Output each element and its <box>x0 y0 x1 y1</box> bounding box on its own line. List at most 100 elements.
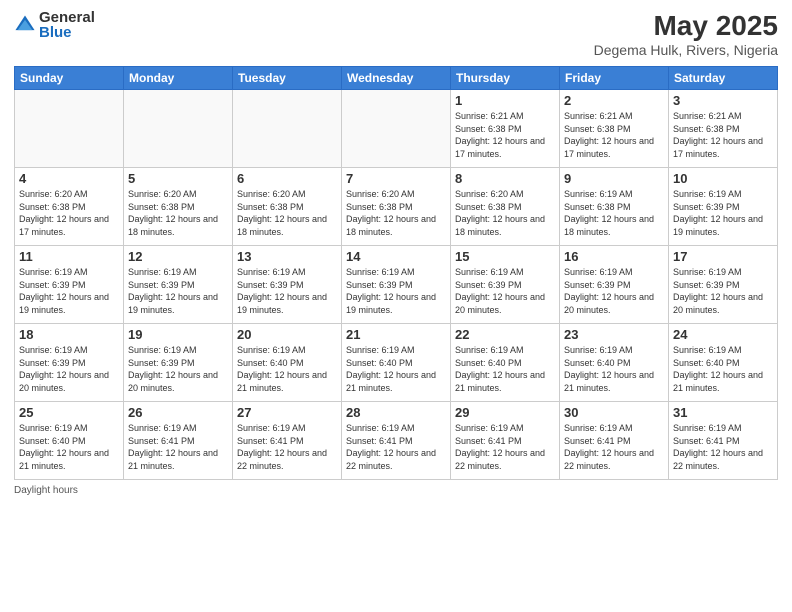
day-number: 27 <box>237 405 337 420</box>
day-number: 4 <box>19 171 119 186</box>
week-row-4: 25Sunrise: 6:19 AM Sunset: 6:40 PM Dayli… <box>15 402 778 480</box>
day-cell: 17 Sunrise: 6:19 AM Sunset: 6:39 PM Dayli… <box>669 246 778 324</box>
header-tuesday: Tuesday <box>233 67 342 90</box>
header-saturday: Saturday <box>669 67 778 90</box>
day-cell <box>342 90 451 168</box>
day-info: Sunrise: 6:19 AM Sunset: 6:38 PM Dayligh… <box>564 188 664 238</box>
day-info: Sunrise: 6:21 AM Sunset: 6:38 PM Dayligh… <box>455 110 555 160</box>
day-info: Sunrise: 6:19 AM Sunset: 6:39 PM Dayligh… <box>19 344 119 394</box>
day-number: 11 <box>19 249 119 264</box>
day-info: Sunrise: 6:20 AM Sunset: 6:38 PM Dayligh… <box>128 188 228 238</box>
day-cell: 13 Sunrise: 6:19 AM Sunset: 6:39 PM Dayli… <box>233 246 342 324</box>
day-cell <box>233 90 342 168</box>
day-number: 29 <box>455 405 555 420</box>
week-row-1: 4 Sunrise: 6:20 AM Sunset: 6:38 PM Daylig… <box>15 168 778 246</box>
day-cell: 16Sunrise: 6:19 AM Sunset: 6:39 PM Dayli… <box>560 246 669 324</box>
day-cell: 1 Sunrise: 6:21 AM Sunset: 6:38 PM Daylig… <box>451 90 560 168</box>
day-cell: 5 Sunrise: 6:20 AM Sunset: 6:38 PM Daylig… <box>124 168 233 246</box>
day-cell: 10Sunrise: 6:19 AM Sunset: 6:39 PM Dayli… <box>669 168 778 246</box>
day-cell: 31 Sunrise: 6:19 AM Sunset: 6:41 PM Dayli… <box>669 402 778 480</box>
page: General Blue May 2025 Degema Hulk, River… <box>0 0 792 612</box>
day-info: Sunrise: 6:19 AM Sunset: 6:39 PM Dayligh… <box>128 344 228 394</box>
day-number: 23 <box>564 327 664 342</box>
day-number: 8 <box>455 171 555 186</box>
day-cell: 26Sunrise: 6:19 AM Sunset: 6:41 PM Dayli… <box>124 402 233 480</box>
day-info: Sunrise: 6:19 AM Sunset: 6:39 PM Dayligh… <box>673 266 773 316</box>
day-number: 15 <box>455 249 555 264</box>
day-info: Sunrise: 6:19 AM Sunset: 6:39 PM Dayligh… <box>128 266 228 316</box>
day-info: Sunrise: 6:21 AM Sunset: 6:38 PM Dayligh… <box>673 110 773 160</box>
subtitle: Degema Hulk, Rivers, Nigeria <box>594 42 778 58</box>
day-info: Sunrise: 6:19 AM Sunset: 6:39 PM Dayligh… <box>673 188 773 238</box>
logo-blue: Blue <box>39 25 95 40</box>
logo: General Blue <box>14 10 95 40</box>
day-info: Sunrise: 6:19 AM Sunset: 6:40 PM Dayligh… <box>346 344 446 394</box>
day-cell: 8 Sunrise: 6:20 AM Sunset: 6:38 PM Daylig… <box>451 168 560 246</box>
day-number: 20 <box>237 327 337 342</box>
day-cell: 4 Sunrise: 6:20 AM Sunset: 6:38 PM Daylig… <box>15 168 124 246</box>
day-number: 3 <box>673 93 773 108</box>
title-block: May 2025 Degema Hulk, Rivers, Nigeria <box>594 10 778 58</box>
header-thursday: Thursday <box>451 67 560 90</box>
day-cell: 22 Sunrise: 6:19 AM Sunset: 6:40 PM Dayli… <box>451 324 560 402</box>
day-info: Sunrise: 6:20 AM Sunset: 6:38 PM Dayligh… <box>346 188 446 238</box>
day-info: Sunrise: 6:20 AM Sunset: 6:38 PM Dayligh… <box>455 188 555 238</box>
day-cell: 9 Sunrise: 6:19 AM Sunset: 6:38 PM Daylig… <box>560 168 669 246</box>
day-info: Sunrise: 6:19 AM Sunset: 6:39 PM Dayligh… <box>346 266 446 316</box>
day-cell <box>15 90 124 168</box>
header-monday: Monday <box>124 67 233 90</box>
day-number: 31 <box>673 405 773 420</box>
day-number: 7 <box>346 171 446 186</box>
day-cell <box>124 90 233 168</box>
day-number: 5 <box>128 171 228 186</box>
day-info: Sunrise: 6:21 AM Sunset: 6:38 PM Dayligh… <box>564 110 664 160</box>
day-cell: 3 Sunrise: 6:21 AM Sunset: 6:38 PM Daylig… <box>669 90 778 168</box>
day-cell: 19Sunrise: 6:19 AM Sunset: 6:39 PM Dayli… <box>124 324 233 402</box>
day-number: 26 <box>128 405 228 420</box>
day-cell: 6 Sunrise: 6:20 AM Sunset: 6:38 PM Daylig… <box>233 168 342 246</box>
day-number: 14 <box>346 249 446 264</box>
week-row-3: 18Sunrise: 6:19 AM Sunset: 6:39 PM Dayli… <box>15 324 778 402</box>
day-cell: 21 Sunrise: 6:19 AM Sunset: 6:40 PM Dayli… <box>342 324 451 402</box>
day-cell: 27 Sunrise: 6:19 AM Sunset: 6:41 PM Dayli… <box>233 402 342 480</box>
day-cell: 11Sunrise: 6:19 AM Sunset: 6:39 PM Dayli… <box>15 246 124 324</box>
logo-general: General <box>39 10 95 25</box>
day-cell: 29 Sunrise: 6:19 AM Sunset: 6:41 PM Dayli… <box>451 402 560 480</box>
day-info: Sunrise: 6:19 AM Sunset: 6:41 PM Dayligh… <box>455 422 555 472</box>
day-info: Sunrise: 6:19 AM Sunset: 6:39 PM Dayligh… <box>237 266 337 316</box>
day-number: 21 <box>346 327 446 342</box>
day-info: Sunrise: 6:19 AM Sunset: 6:41 PM Dayligh… <box>673 422 773 472</box>
day-info: Sunrise: 6:19 AM Sunset: 6:41 PM Dayligh… <box>237 422 337 472</box>
header-sunday: Sunday <box>15 67 124 90</box>
day-cell: 12 Sunrise: 6:19 AM Sunset: 6:39 PM Dayli… <box>124 246 233 324</box>
week-row-2: 11 Sunrise: 6:19 AM Sunset: 6:39 PM Dayli… <box>15 246 778 324</box>
day-number: 13 <box>237 249 337 264</box>
header: General Blue May 2025 Degema Hulk, River… <box>14 10 778 58</box>
day-info: Sunrise: 6:19 AM Sunset: 6:39 PM Dayligh… <box>455 266 555 316</box>
day-cell: 18Sunrise: 6:19 AM Sunset: 6:39 PM Dayli… <box>15 324 124 402</box>
day-number: 1 <box>455 93 555 108</box>
day-info: Sunrise: 6:20 AM Sunset: 6:38 PM Dayligh… <box>19 188 119 238</box>
day-info: Sunrise: 6:19 AM Sunset: 6:40 PM Dayligh… <box>455 344 555 394</box>
day-number: 16 <box>564 249 664 264</box>
day-number: 9 <box>564 171 664 186</box>
day-cell: 23 Sunrise: 6:19 AM Sunset: 6:40 PM Dayli… <box>560 324 669 402</box>
day-number: 2 <box>564 93 664 108</box>
day-number: 24 <box>673 327 773 342</box>
day-number: 12 <box>128 249 228 264</box>
day-number: 17 <box>673 249 773 264</box>
day-cell: 7 Sunrise: 6:20 AM Sunset: 6:38 PM Daylig… <box>342 168 451 246</box>
footer-note: Daylight hours <box>14 485 778 496</box>
day-info: Sunrise: 6:20 AM Sunset: 6:38 PM Dayligh… <box>237 188 337 238</box>
day-info: Sunrise: 6:19 AM Sunset: 6:40 PM Dayligh… <box>19 422 119 472</box>
day-cell: 28Sunrise: 6:19 AM Sunset: 6:41 PM Dayli… <box>342 402 451 480</box>
day-info: Sunrise: 6:19 AM Sunset: 6:40 PM Dayligh… <box>564 344 664 394</box>
day-cell: 2 Sunrise: 6:21 AM Sunset: 6:38 PM Daylig… <box>560 90 669 168</box>
day-cell: 30Sunrise: 6:19 AM Sunset: 6:41 PM Dayli… <box>560 402 669 480</box>
day-cell: 15 Sunrise: 6:19 AM Sunset: 6:39 PM Dayli… <box>451 246 560 324</box>
day-cell: 20Sunrise: 6:19 AM Sunset: 6:40 PM Dayli… <box>233 324 342 402</box>
day-number: 22 <box>455 327 555 342</box>
day-number: 30 <box>564 405 664 420</box>
day-number: 6 <box>237 171 337 186</box>
day-number: 28 <box>346 405 446 420</box>
